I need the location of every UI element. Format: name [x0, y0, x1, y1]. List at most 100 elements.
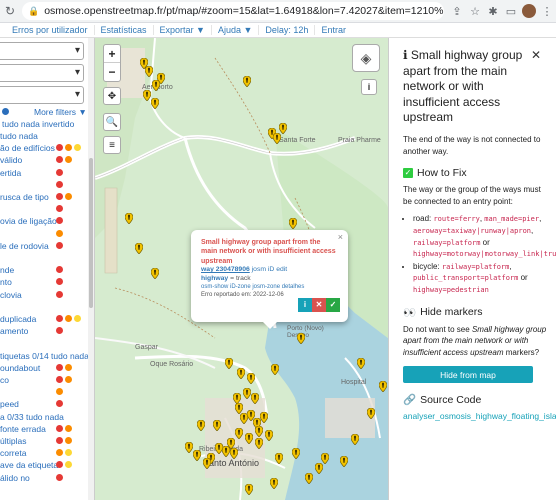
issue-marker-pin[interactable] — [273, 133, 281, 144]
severity-dot[interactable] — [56, 229, 63, 237]
filter-row[interactable]: a 0/33 tudo nada — [0, 411, 88, 423]
locate-button[interactable]: ✥ — [103, 87, 121, 105]
menu-export[interactable]: Exportar ▼ — [154, 25, 212, 35]
address-bar[interactable]: 🔒 osmose.openstreetmap.fr/pt/map/#zoom=1… — [22, 2, 444, 20]
share-icon[interactable]: ⇪ — [448, 2, 466, 20]
popup-josm-link[interactable]: josm — [252, 266, 266, 273]
issue-marker-pin[interactable] — [235, 428, 243, 439]
issue-marker-pin[interactable] — [245, 484, 253, 495]
filter-row[interactable]: nto — [0, 276, 88, 288]
info-button[interactable]: i — [361, 79, 377, 95]
profile-avatar[interactable] — [522, 4, 536, 18]
issue-marker-pin[interactable] — [357, 358, 365, 369]
menu-kebab-icon[interactable]: ⋮ — [538, 2, 556, 20]
issue-marker-pin[interactable] — [270, 478, 278, 489]
severity-dot[interactable] — [65, 449, 72, 457]
sidepanel-icon[interactable]: ▭ — [502, 2, 520, 20]
popup-false-positive-button[interactable]: ✕ — [312, 298, 326, 312]
severity-dot[interactable] — [56, 266, 63, 274]
popup-way-link[interactable]: way 230478906 — [201, 266, 250, 273]
issue-marker-pin[interactable] — [143, 90, 151, 101]
popup-corrected-button[interactable]: ✓ — [326, 298, 340, 312]
severity-dot[interactable] — [65, 363, 72, 371]
issue-marker-pin[interactable] — [351, 434, 359, 445]
issue-marker-pin[interactable] — [247, 373, 255, 384]
issue-marker-pin[interactable] — [152, 80, 160, 91]
issue-marker-pin[interactable] — [265, 430, 273, 441]
filter-select-2[interactable] — [0, 64, 84, 82]
menu-statistics[interactable]: Estatísticas — [95, 25, 154, 35]
filter-row[interactable] — [0, 252, 88, 264]
filter-row[interactable] — [0, 179, 88, 191]
filter-row[interactable]: tudo nada — [0, 130, 88, 142]
filter-select-1[interactable] — [0, 42, 84, 60]
issue-marker-pin[interactable] — [245, 433, 253, 444]
issue-marker-pin[interactable] — [125, 213, 133, 224]
issue-marker-pin[interactable] — [151, 98, 159, 109]
issue-marker-pin[interactable] — [151, 268, 159, 279]
severity-dot[interactable] — [56, 144, 63, 152]
issue-marker-pin[interactable] — [315, 463, 323, 474]
filter-row[interactable] — [0, 337, 88, 349]
issue-marker-pin[interactable] — [135, 243, 143, 254]
severity-dot[interactable] — [74, 315, 81, 322]
hide-from-map-button[interactable]: Hide from map — [403, 366, 533, 384]
filter-row[interactable]: álido no — [0, 472, 88, 484]
severity-dot[interactable] — [56, 193, 63, 200]
filter-select-3[interactable] — [0, 86, 84, 104]
severity-dot[interactable] — [56, 278, 63, 286]
filter-row[interactable] — [0, 228, 88, 240]
popup-close-icon[interactable]: × — [338, 232, 343, 244]
filter-row[interactable] — [0, 386, 88, 398]
severity-dot[interactable] — [56, 315, 63, 322]
filter-row[interactable]: le de rodovia — [0, 240, 88, 252]
popup-id-link[interactable]: iD — [268, 266, 274, 273]
search-button[interactable]: 🔍 — [103, 113, 121, 131]
filter-row[interactable]: válido — [0, 154, 88, 166]
severity-dot[interactable] — [56, 437, 63, 444]
select-all-links[interactable]: tudo nada invertido — [2, 118, 74, 130]
issue-marker-pin[interactable] — [260, 412, 268, 423]
severity-dot[interactable] — [65, 461, 72, 469]
layers-icon[interactable]: ◈ — [352, 44, 380, 72]
filter-row[interactable]: duplicada — [0, 313, 88, 325]
issue-marker-pin[interactable] — [237, 368, 245, 379]
severity-dot[interactable] — [56, 363, 63, 371]
severity-dot[interactable] — [65, 315, 72, 322]
filter-row[interactable]: peed — [0, 398, 88, 410]
severity-dot[interactable] — [56, 205, 63, 213]
filter-row[interactable]: amento — [0, 325, 88, 337]
issue-marker-pin[interactable] — [275, 453, 283, 464]
issue-marker-pin[interactable] — [243, 388, 251, 399]
severity-dot[interactable] — [56, 327, 63, 335]
severity-dot[interactable] — [56, 156, 63, 164]
filter-row[interactable]: ertida — [0, 167, 88, 179]
severity-dot[interactable] — [56, 180, 63, 188]
menu-help[interactable]: Ajuda ▼ — [212, 25, 260, 35]
filter-row[interactable]: tiquetas 0/14 tudo nada — [0, 350, 89, 362]
filter-row[interactable]: correta — [0, 447, 88, 459]
issue-marker-pin[interactable] — [145, 66, 153, 77]
zoom-in-button[interactable]: + — [104, 45, 120, 63]
filter-row[interactable]: co — [0, 374, 88, 386]
list-button[interactable]: ≡ — [103, 136, 121, 154]
severity-dot[interactable] — [56, 217, 63, 225]
menu-login[interactable]: Entrar — [315, 25, 352, 35]
filter-row[interactable]: clovia — [0, 289, 88, 301]
popup-edit-link[interactable]: edit — [276, 266, 287, 273]
issue-marker-pin[interactable] — [297, 333, 305, 344]
issue-marker-pin[interactable] — [197, 420, 205, 431]
issue-marker-pin[interactable] — [215, 443, 223, 454]
severity-dot[interactable] — [56, 449, 63, 457]
popup-sub-links[interactable]: osm-show iD-zone josm-zone detalhes — [201, 284, 338, 292]
issue-marker-pin[interactable] — [243, 76, 251, 87]
issue-marker-pin[interactable] — [367, 408, 375, 419]
severity-dot[interactable] — [65, 193, 72, 200]
severity-dot[interactable] — [56, 241, 63, 249]
issue-marker-pin[interactable] — [213, 420, 221, 431]
severity-dot[interactable] — [56, 388, 63, 396]
source-code-link[interactable]: analyser_osmosis_highway_floating_island… — [403, 411, 556, 421]
severity-dot[interactable] — [74, 144, 81, 152]
filter-row[interactable] — [0, 301, 88, 313]
filter-row[interactable]: oundabout — [0, 362, 88, 374]
